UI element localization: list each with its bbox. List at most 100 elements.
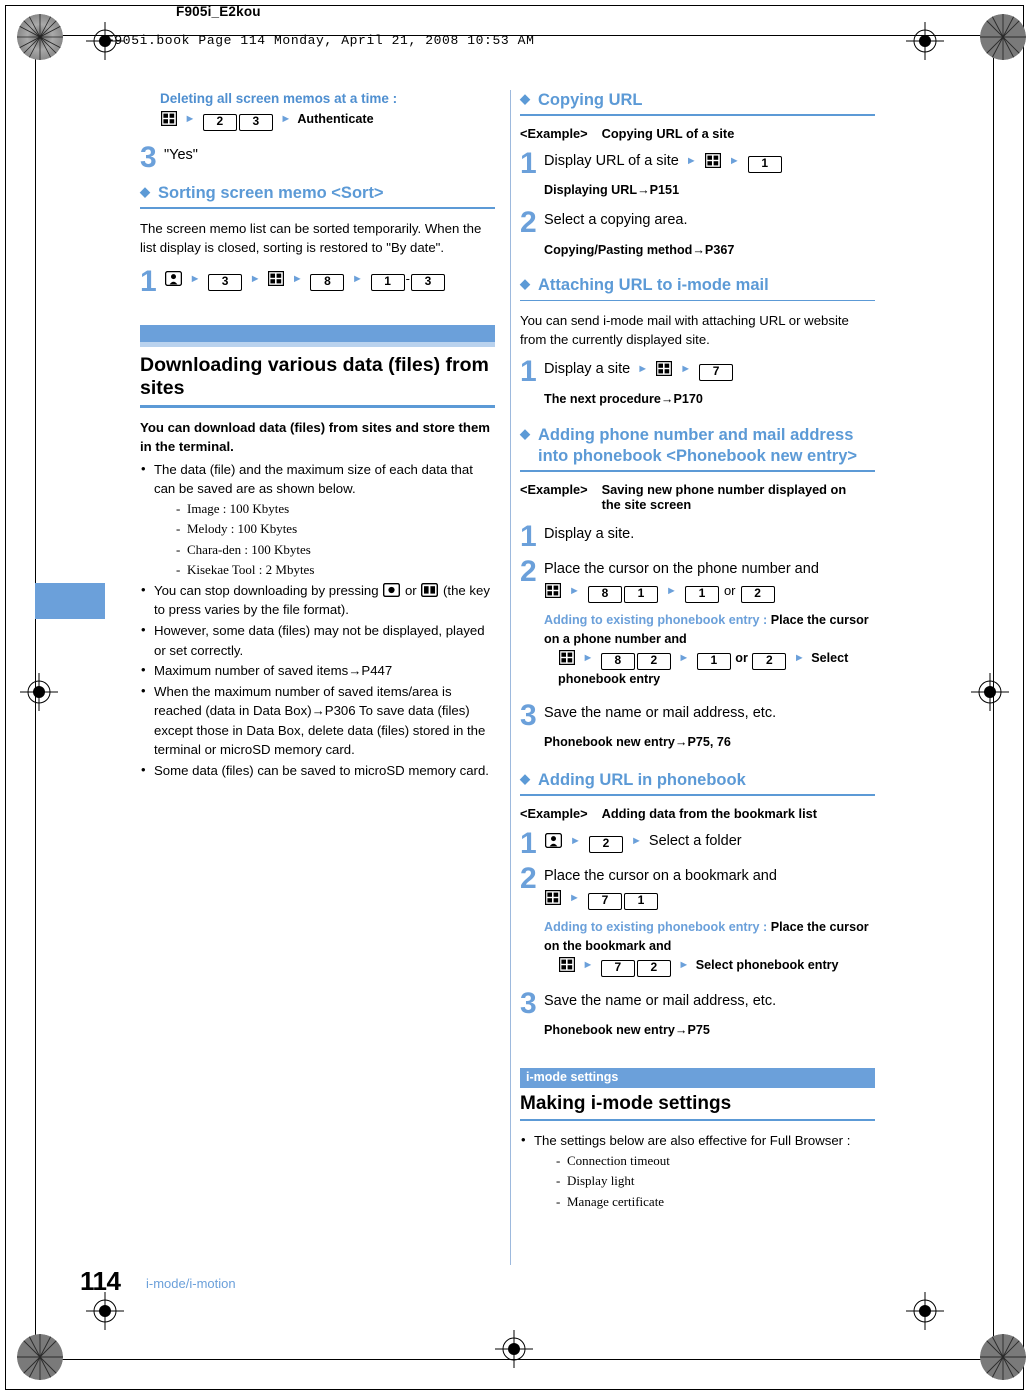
adding-url-phonebook-heading: ◆ Adding URL in phonebook (520, 770, 875, 791)
two-column-body: Deleting all screen memos at a time : ► … (66, 62, 962, 1265)
attaching-url-heading-text: Attaching URL to i-mode mail (538, 276, 769, 295)
or-label: or (723, 583, 736, 599)
step-text: Select a folder (648, 832, 742, 849)
adding-phone-heading-text: Adding phone number and mail address int… (538, 425, 857, 468)
deleting-all-memos-keys: ► 23 ► Authenticate (160, 110, 495, 132)
sorting-body-text: The screen memo list can be sorted tempo… (140, 220, 482, 255)
arrow-icon: ► (189, 272, 201, 285)
step-number: 1 (140, 264, 157, 298)
key-3: 3 (238, 114, 273, 132)
key-2: 2 (588, 835, 623, 853)
list-item: The data (file) and the maximum size of … (140, 459, 495, 580)
example-label: <Example> (520, 125, 588, 141)
key-8: 8 (600, 652, 635, 670)
key-7: 7 (600, 959, 635, 977)
attaching-url-body: You can send i-mode mail with attaching … (520, 313, 849, 348)
copying-url-heading: ◆ Copying URL (520, 90, 875, 111)
step-yes: 3 "Yes" (140, 141, 495, 175)
bullet-text: Maximum number of saved items→P447 (154, 663, 393, 679)
arrow-icon: ► (582, 958, 594, 971)
sub-list: Image : 100 Kbytes Melody : 100 Kbytes C… (154, 499, 495, 580)
chapter-block: Downloading various data (files) from si… (140, 324, 495, 781)
menu-key-icon (656, 361, 673, 377)
step-adding-url-3: 3 Save the name or mail address, etc. (520, 988, 875, 1018)
step-text: Select a copying area. (544, 212, 688, 229)
registration-mark-mid-left (20, 673, 58, 711)
list-item: However, some data (files) may not be di… (140, 620, 495, 660)
bullet-mid: or (404, 582, 417, 598)
key-2: 2 (740, 586, 775, 604)
heading-rule (520, 114, 875, 116)
arrow-icon: ► (352, 272, 363, 285)
list-item: The settings below are also effective fo… (520, 1130, 875, 1212)
key-1: 1 (370, 273, 405, 291)
deleting-all-memos-title: Deleting all screen memos at a time : (160, 91, 398, 106)
bullet-text: The data (file) and the maximum size of … (154, 461, 473, 497)
example-label: <Example> (520, 805, 588, 821)
sub-note-label: Adding to existing phonebook entry : (544, 613, 768, 628)
key-3: 3 (208, 273, 243, 291)
sub-list: Connection timeout Display light Manage … (534, 1151, 875, 1212)
resolution-target-top-right (980, 14, 1026, 60)
chapter-title: Downloading various data (files) from si… (140, 353, 489, 400)
registration-mark-bottom-center (495, 1330, 533, 1368)
list-item: When the maximum number of saved items/a… (140, 681, 495, 760)
arrow-icon: ► (728, 154, 740, 167)
key-1: 1 (623, 586, 658, 604)
sub-note-key-sequence: ► 72 ► Select phonebook entry (558, 956, 875, 977)
step-adding-url-1: 1 ► 2 ► Select a folder (520, 828, 875, 858)
arrow-icon: ► (665, 585, 677, 598)
step-key-sequence: ► 81 ► 1 or 2 (544, 582, 875, 604)
registration-mark-mid-right (971, 673, 1009, 711)
step-key-sequence: ► 71 (544, 889, 875, 910)
step-adding-url-2: 2 Place the cursor on a bookmark and ► 7… (520, 864, 875, 910)
document-book-line: F905i.book Page 114 Monday, April 21, 20… (106, 33, 535, 48)
arrow-icon: ► (184, 113, 196, 126)
adding-phone-heading-line2: into phonebook <Phonebook new entry> (538, 447, 858, 466)
menu-key-icon (559, 956, 575, 972)
page-footer: 114 i-mode/i-motion (66, 1266, 962, 1306)
step-body: ► 2 ► Select a folder (544, 831, 875, 853)
bullet-text: The settings below are also effective fo… (534, 1133, 851, 1149)
arrow-icon: ► (569, 891, 580, 904)
deleting-all-memos-note: Deleting all screen memos at a time : ► … (140, 90, 495, 132)
arrow-icon: ► (291, 272, 303, 285)
key-7: 7 (699, 364, 734, 382)
arrow-icon: ► (582, 651, 594, 664)
imode-settings-list: The settings below are also effective fo… (520, 1130, 875, 1212)
resolution-target-top-left (17, 14, 63, 60)
or-label: or (735, 650, 748, 665)
example-text-line1: Saving new phone number displayed on (601, 481, 847, 497)
diamond-bullet-icon: ◆ (520, 276, 530, 292)
section-rule (520, 1118, 875, 1122)
step-text: "Yes" (164, 147, 198, 164)
example-text-line2: the site screen (601, 496, 692, 512)
step-number: 3 (140, 141, 157, 175)
chapter-bar-light (140, 341, 495, 347)
chapter-bar (140, 324, 495, 342)
adding-phone-heading-line1: Adding phone number and mail address (538, 425, 854, 444)
heading-rule (140, 207, 495, 209)
adding-phone-heading: ◆ Adding phone number and mail address i… (520, 425, 875, 468)
arrow-icon: ► (685, 154, 697, 167)
step-number: 3 (520, 698, 537, 732)
step-note-phonebook-new-entry: Phonebook new entry→P75, 76 (544, 735, 731, 750)
resolution-target-bottom-left (17, 1334, 63, 1380)
copying-url-heading-text: Copying URL (538, 91, 643, 109)
page-section-label: i-mode/i-motion (146, 1276, 236, 1291)
sorting-screen-memo-heading-text: Sorting screen memo <Sort> (158, 183, 384, 202)
step-body: Display URL of a site ► ► 1 (544, 151, 875, 173)
bullet-text: Some data (files) can be saved to microS… (154, 762, 489, 778)
arrow-icon: ► (630, 834, 642, 847)
step-attaching-url-1: 1 Display a site ► ► 7 (520, 357, 875, 387)
key-2: 2 (752, 652, 787, 670)
step-note-phonebook-new-entry-2: Phonebook new entry→P75 (544, 1023, 710, 1038)
sub-list-item: Melody : 100 Kbytes (176, 519, 495, 539)
step-text: Display a site (544, 361, 631, 378)
step-adding-phone-2: 2 Place the cursor on the phone number a… (520, 557, 875, 604)
diamond-bullet-icon: ◆ (520, 770, 530, 786)
page-content: F905i_E2kou F905i.book Page 114 Monday, … (66, 4, 962, 1296)
menu-key-icon (559, 649, 575, 665)
left-column: Deleting all screen memos at a time : ► … (140, 90, 495, 781)
range-dash: - (405, 270, 410, 286)
